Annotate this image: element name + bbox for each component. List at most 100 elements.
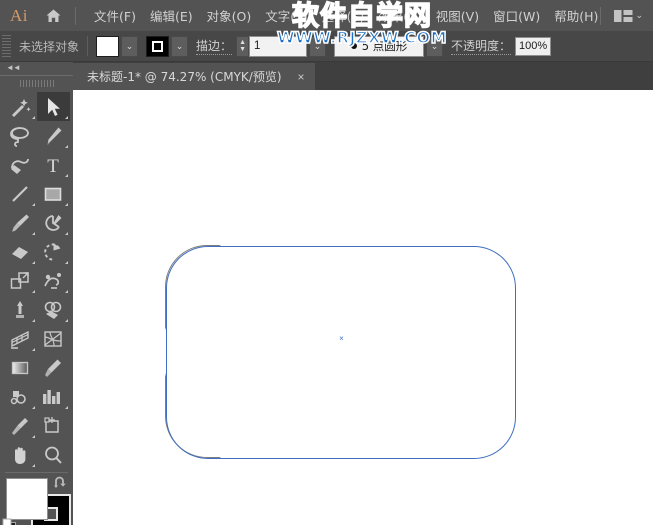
flyout-indicator — [31, 348, 35, 351]
flyout-indicator — [65, 232, 68, 235]
stroke-swatch-dropdown[interactable]: ⌄ — [171, 35, 189, 57]
type-tool[interactable]: T — [37, 150, 71, 179]
shaper-tool[interactable] — [37, 208, 71, 237]
stroke-weight-dropdown[interactable]: ⌄ — [309, 35, 327, 57]
workspace-switcher-button[interactable]: ⌄ — [608, 9, 649, 23]
rectangle-tool[interactable] — [37, 179, 71, 208]
menu-items: 文件(F) 编辑(E) 对象(O) 文字(T) 选择(S) 效果(C) 视图(V… — [87, 3, 605, 28]
brush-definition-select[interactable]: 5 点圆形 — [334, 35, 425, 57]
fill-stroke-proxy — [0, 476, 73, 525]
shape-builder-tool[interactable] — [37, 295, 71, 324]
tools-panel-grip[interactable] — [0, 76, 73, 90]
document-tab-bar: 未标题-1* @ 74.27% (CMYK/预览) × — [0, 62, 653, 90]
menu-divider — [75, 6, 76, 25]
brush-definition-label: 5 点圆形 — [361, 39, 408, 53]
flyout-indicator — [31, 435, 35, 438]
flyout-indicator — [31, 203, 35, 206]
flyout-indicator — [31, 406, 35, 409]
tools-panel-header: ◄◄ — [0, 62, 73, 76]
workspace-divider — [600, 6, 602, 25]
stepper-down-icon: ▼ — [239, 46, 246, 53]
shape-center-mark: × — [339, 334, 344, 343]
brush-preview-icon — [350, 43, 357, 49]
menu-item-type[interactable]: 文字(T) — [258, 3, 314, 28]
flyout-indicator — [65, 290, 68, 293]
control-bar-grip[interactable] — [2, 35, 11, 57]
eyedropper-tool[interactable] — [3, 411, 37, 440]
hand-tool[interactable] — [3, 440, 37, 469]
flyout-indicator — [65, 116, 68, 119]
curvature-tool[interactable] — [3, 150, 37, 179]
gradient-tool[interactable] — [3, 353, 37, 382]
flyout-indicator — [31, 116, 35, 119]
control-bar: 未选择对象 ⌄ ⌄ 描边： ▲ ▼ 1 ⌄ 5 点圆形 ⌄ 不透明度： 100% — [0, 31, 653, 62]
free-transform-tool[interactable] — [3, 295, 37, 324]
stroke-color-swatch[interactable] — [146, 35, 170, 57]
control-divider-1 — [87, 36, 89, 56]
ai-logo: Ai — [10, 5, 28, 25]
lasso-tool[interactable] — [3, 121, 37, 150]
mesh-tool[interactable] — [37, 324, 71, 353]
width-tool[interactable] — [37, 266, 71, 295]
paintbrush-tool[interactable] — [3, 208, 37, 237]
svg-text:T: T — [47, 156, 59, 176]
menu-item-window[interactable]: 窗口(W) — [486, 3, 547, 28]
tools-divider — [5, 472, 68, 473]
menu-item-object[interactable]: 对象(O) — [200, 3, 259, 28]
stroke-weight-stepper[interactable]: ▲ ▼ — [236, 35, 250, 57]
rounded-rectangle-shape[interactable] — [166, 246, 516, 459]
flyout-indicator — [65, 406, 68, 409]
brush-dropdown[interactable]: ⌄ — [426, 35, 444, 57]
eraser-tool[interactable] — [3, 237, 37, 266]
blend-tool[interactable] — [37, 353, 71, 382]
stroke-weight-label: 描边： — [196, 39, 233, 55]
home-icon[interactable] — [38, 8, 68, 24]
flyout-indicator — [65, 261, 68, 264]
flyout-indicator — [65, 174, 68, 177]
flyout-indicator — [65, 319, 68, 322]
selection-tool[interactable] — [36, 92, 70, 121]
close-icon[interactable]: × — [298, 71, 305, 83]
tools-panel: ◄◄ T — [0, 62, 73, 525]
pen-tool[interactable] — [37, 121, 71, 150]
flyout-indicator — [31, 464, 35, 467]
fill-proxy-swatch[interactable] — [6, 478, 48, 520]
menu-item-file[interactable]: 文件(F) — [87, 3, 143, 28]
illustrator-window: Ai 文件(F) 编辑(E) 对象(O) 文字(T) 选择(S) 效果(C) 视… — [0, 0, 653, 525]
document-tab[interactable]: 未标题-1* @ 74.27% (CMYK/预览) × — [73, 63, 315, 90]
line-segment-tool[interactable] — [3, 179, 37, 208]
symbol-sprayer-tool[interactable] — [3, 382, 37, 411]
column-graph-tool[interactable] — [37, 382, 71, 411]
flyout-indicator — [65, 145, 68, 148]
menu-item-edit[interactable]: 编辑(E) — [143, 3, 200, 28]
menu-bar: Ai 文件(F) 编辑(E) 对象(O) 文字(T) 选择(S) 效果(C) 视… — [0, 0, 653, 31]
zoom-tool[interactable] — [37, 440, 71, 469]
menu-item-view[interactable]: 视图(V) — [429, 3, 486, 28]
selection-status-label: 未选择对象 — [19, 39, 80, 54]
flyout-indicator — [31, 319, 35, 322]
artboard-canvas[interactable]: × — [73, 90, 653, 525]
fill-swatch-dropdown[interactable]: ⌄ — [121, 35, 139, 57]
magic-wand-tool[interactable] — [3, 92, 37, 121]
flyout-indicator — [31, 290, 35, 293]
artboard-tool[interactable] — [37, 411, 71, 440]
menu-item-select[interactable]: 选择(S) — [315, 3, 372, 28]
opacity-label: 不透明度： — [451, 39, 512, 55]
fill-color-swatch[interactable] — [96, 35, 120, 57]
scale-tool[interactable] — [3, 266, 37, 295]
opacity-input[interactable]: 100% — [515, 36, 552, 56]
perspective-grid-tool[interactable] — [3, 324, 37, 353]
tool-grid: T — [0, 90, 73, 469]
collapse-panel-icon[interactable]: ◄◄ — [6, 63, 21, 72]
document-tab-title: 未标题-1* @ 74.27% (CMYK/预览) — [87, 70, 282, 84]
flyout-indicator — [31, 261, 35, 264]
flyout-indicator — [65, 203, 68, 206]
swap-fill-stroke-icon[interactable] — [53, 476, 69, 495]
stroke-weight-input[interactable]: 1 — [249, 35, 308, 57]
menu-item-effect[interactable]: 效果(C) — [371, 3, 428, 28]
default-fill-stroke-icon[interactable] — [2, 518, 17, 525]
chevron-down-icon: ⌄ — [635, 10, 643, 20]
menubar-right-group: ⌄ — [593, 0, 649, 31]
rotate-tool[interactable] — [37, 237, 71, 266]
flyout-indicator — [31, 232, 35, 235]
